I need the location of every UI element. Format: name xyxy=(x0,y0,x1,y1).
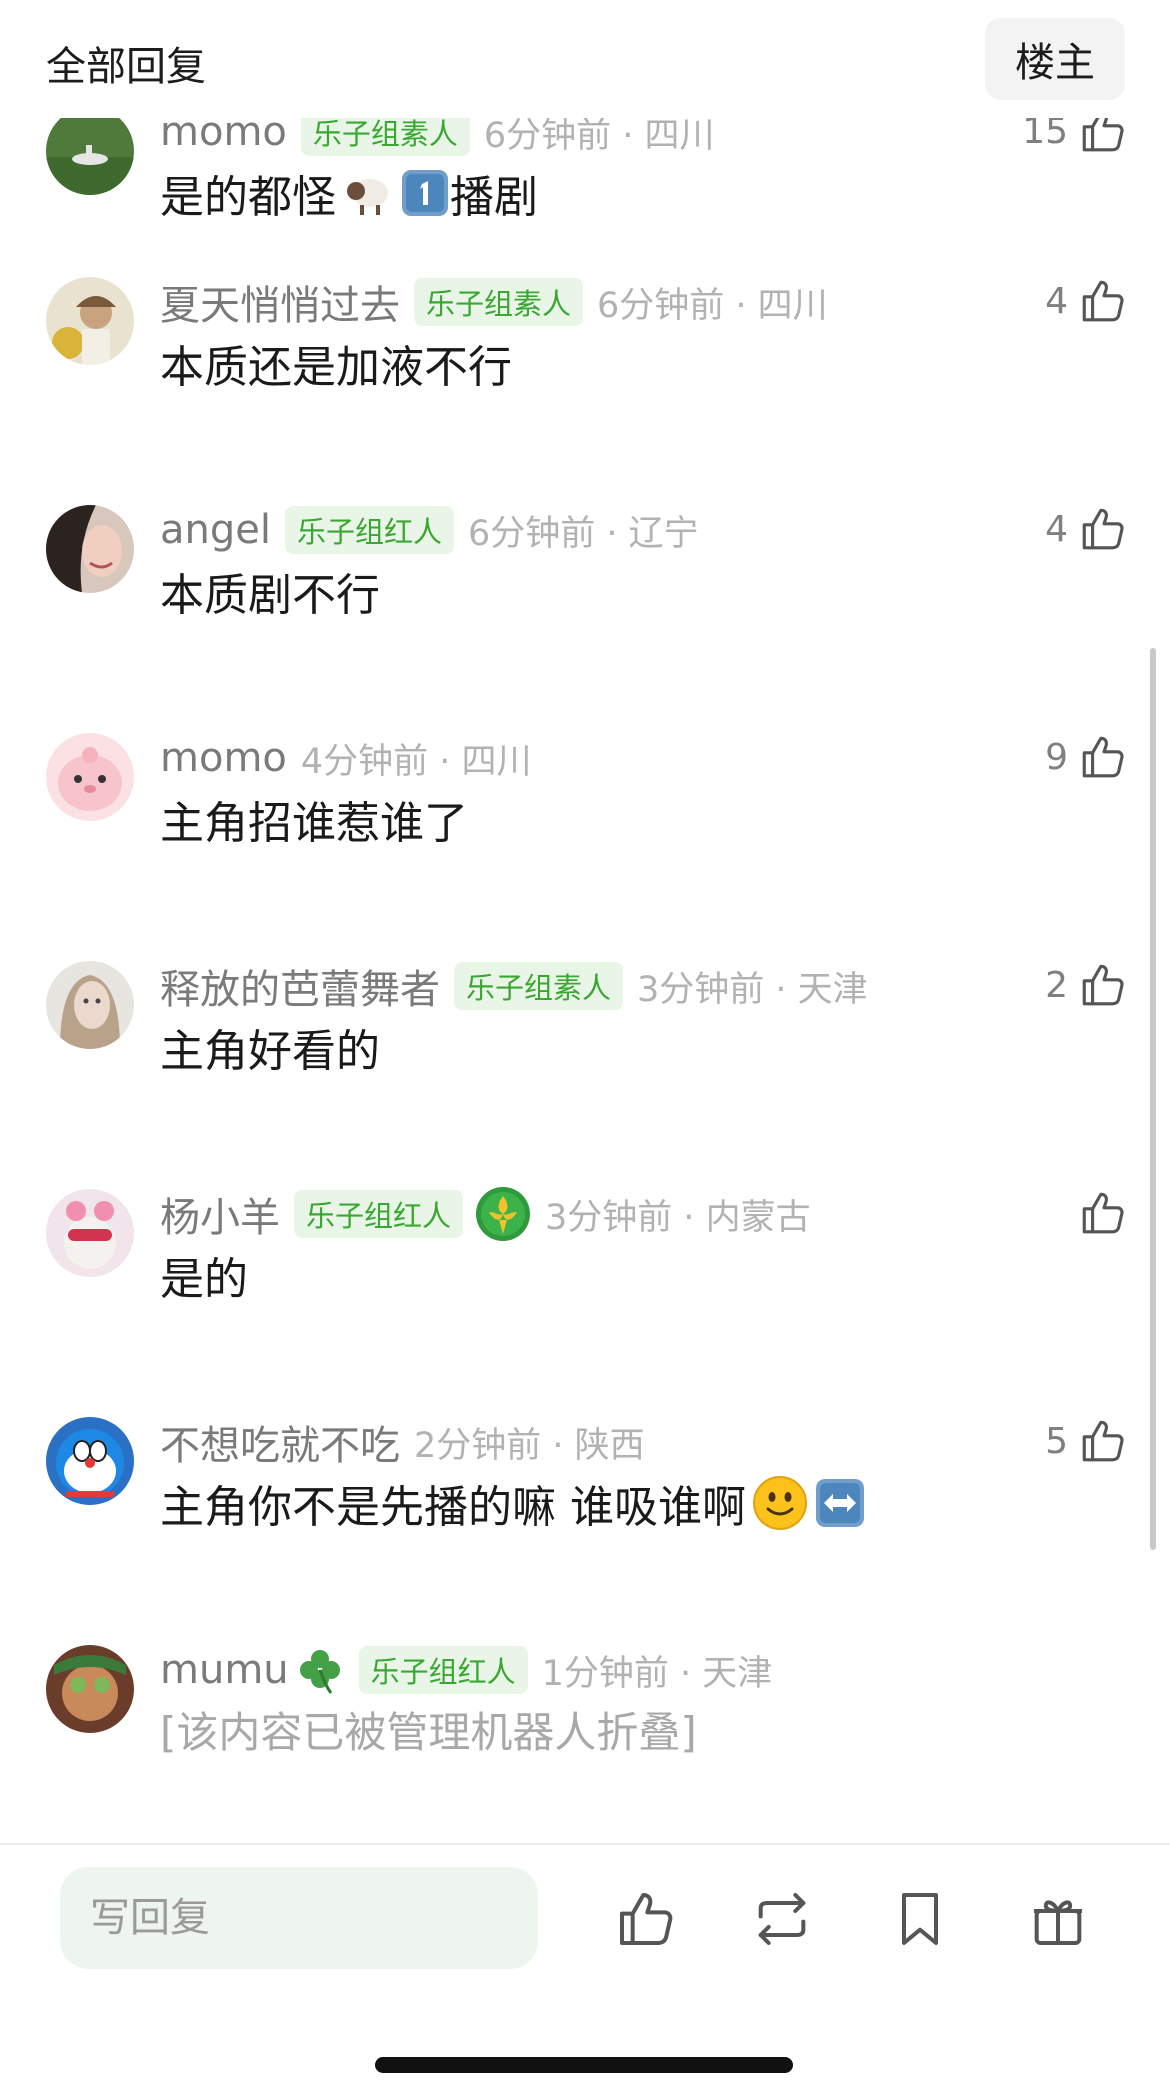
comment-text: 主角你不是先播的嘛 谁吸谁啊 xyxy=(160,1471,866,1535)
bookmark-icon xyxy=(902,1893,938,1945)
username[interactable]: 杨小羊 xyxy=(160,1185,280,1243)
timestamp-location: 6分钟前 · 辽宁 xyxy=(468,513,699,554)
reply-input[interactable] xyxy=(60,1867,538,1969)
comment-text: 主角招谁惹谁了 xyxy=(160,798,468,849)
medal-icon xyxy=(475,1186,531,1242)
comment-list: momo 乐子组素人 6分钟前 · 四川 是的都怪 播剧 15 夏天悄悄过去 乐… xyxy=(0,118,1170,1843)
like-count: 15 xyxy=(1022,118,1068,152)
comment-text: 本质剧不行 xyxy=(160,570,380,621)
like-button[interactable]: 15 xyxy=(1022,118,1128,159)
user-badge: 乐子组红人 xyxy=(358,1646,528,1694)
smile-emoji xyxy=(752,1475,808,1531)
timestamp-location: 6分钟前 · 四川 xyxy=(597,285,828,326)
timestamp-location: 2分钟前 · 陕西 xyxy=(414,1425,645,1466)
scrollbar[interactable] xyxy=(1150,648,1156,1550)
username[interactable]: 夏天悄悄过去 xyxy=(160,273,400,331)
timestamp-location: 3分钟前 · 内蒙古 xyxy=(545,1197,811,1238)
avatar[interactable] xyxy=(46,733,134,821)
like-count: 4 xyxy=(1045,508,1068,550)
comment-text: 本质还是加液不行 xyxy=(160,342,512,393)
thumbs-up-icon xyxy=(1082,736,1124,778)
sheep-emoji xyxy=(342,167,394,219)
timestamp-location: 1分钟前 · 天津 xyxy=(541,1653,773,1694)
like-button[interactable]: 2 xyxy=(1045,957,1128,1013)
home-indicator xyxy=(375,2057,793,2073)
username[interactable]: angel xyxy=(160,507,271,553)
comment-item: 不想吃就不吃 2分钟前 · 陕西 主角你不是先播的嘛 谁吸谁啊 5 xyxy=(0,1383,1170,1611)
reply-bar xyxy=(0,1843,1170,2100)
user-badge: 乐子组红人 xyxy=(294,1190,464,1238)
comment-item: 夏天悄悄过去 乐子组素人 6分钟前 · 四川 本质还是加液不行 4 xyxy=(0,243,1170,471)
avatar[interactable] xyxy=(46,1645,134,1733)
timestamp-location: 6分钟前 · 四川 xyxy=(483,118,715,156)
comment-text: 是的 xyxy=(160,1254,248,1305)
comment-text-suffix: 播剧 xyxy=(450,172,538,223)
avatar[interactable] xyxy=(46,505,134,593)
like-button[interactable]: 5 xyxy=(1045,1413,1128,1469)
user-badge: 乐子组红人 xyxy=(284,506,454,554)
like-button[interactable] xyxy=(1078,1185,1128,1241)
thumbs-up-icon xyxy=(1082,1420,1124,1462)
like-count: 2 xyxy=(1045,964,1068,1006)
username[interactable]: 不想吃就不吃 xyxy=(160,1413,400,1471)
avatar[interactable] xyxy=(46,1189,134,1277)
like-count: 5 xyxy=(1045,1420,1068,1462)
like-button[interactable]: 4 xyxy=(1045,273,1128,329)
thumbs-up-icon xyxy=(1082,280,1124,322)
repost-icon xyxy=(758,1893,806,1945)
like-count: 4 xyxy=(1045,280,1068,322)
keycap-1-emoji xyxy=(400,168,450,218)
like-button[interactable]: 9 xyxy=(1045,729,1128,785)
comment-text: 是的都怪 播剧 xyxy=(160,161,538,225)
avatar[interactable] xyxy=(46,277,134,365)
user-badge: 乐子组素人 xyxy=(454,962,624,1010)
gift-icon xyxy=(1034,1900,1082,1945)
comment-item: mumu 乐子组红人 1分钟前 · 天津 [该内容已被管理机器人折叠] xyxy=(0,1611,1170,1839)
clover-emoji xyxy=(295,1645,345,1695)
page-title: 全部回复 xyxy=(46,44,206,90)
comment-text-main: 主角你不是先播的嘛 谁吸谁啊 xyxy=(160,1482,746,1533)
avatar[interactable] xyxy=(46,961,134,1049)
repost-button[interactable] xyxy=(746,1883,818,1955)
timestamp-location: 3分钟前 · 天津 xyxy=(637,969,868,1010)
like-button[interactable]: 4 xyxy=(1045,501,1128,557)
username[interactable]: momo xyxy=(160,735,287,781)
user-badge: 乐子组素人 xyxy=(300,118,470,156)
comment-item: momo 4分钟前 · 四川 主角招谁惹谁了 9 xyxy=(0,699,1170,927)
thumbs-up-icon xyxy=(1082,118,1124,152)
user-badge: 乐子组素人 xyxy=(414,278,584,326)
like-post-button[interactable] xyxy=(610,1883,682,1955)
header: 全部回复 楼主 xyxy=(0,0,1170,118)
username[interactable]: 释放的芭蕾舞者 xyxy=(160,957,440,1015)
comment-item: 释放的芭蕾舞者 乐子组素人 3分钟前 · 天津 主角好看的 2 xyxy=(0,927,1170,1155)
folded-comment-text[interactable]: [该内容已被管理机器人折叠] xyxy=(160,1699,697,1760)
comment-item: 杨小羊 乐子组红人 3分钟前 · 内蒙古 是的 xyxy=(0,1155,1170,1383)
comment-item: angel 乐子组红人 6分钟前 · 辽宁 本质剧不行 4 xyxy=(0,471,1170,699)
thumbs-up-icon xyxy=(1082,1192,1124,1234)
avatar[interactable] xyxy=(46,118,134,195)
comment-text-main: 是的都怪 xyxy=(160,172,336,223)
thumbs-up-icon xyxy=(1082,508,1124,550)
avatar[interactable] xyxy=(46,1417,134,1505)
left-right-arrow-emoji xyxy=(814,1477,866,1529)
gift-button[interactable] xyxy=(1022,1883,1094,1955)
like-count: 9 xyxy=(1045,736,1068,778)
op-only-button[interactable]: 楼主 xyxy=(985,18,1125,100)
timestamp-location: 4分钟前 · 四川 xyxy=(300,741,532,782)
username[interactable]: mumu xyxy=(160,1647,289,1693)
bookmark-button[interactable] xyxy=(884,1883,956,1955)
comment-text: 主角好看的 xyxy=(160,1026,380,1077)
username[interactable]: momo xyxy=(160,118,287,155)
thumbs-up-icon xyxy=(1082,964,1124,1006)
thumbs-up-icon xyxy=(620,1893,673,1945)
